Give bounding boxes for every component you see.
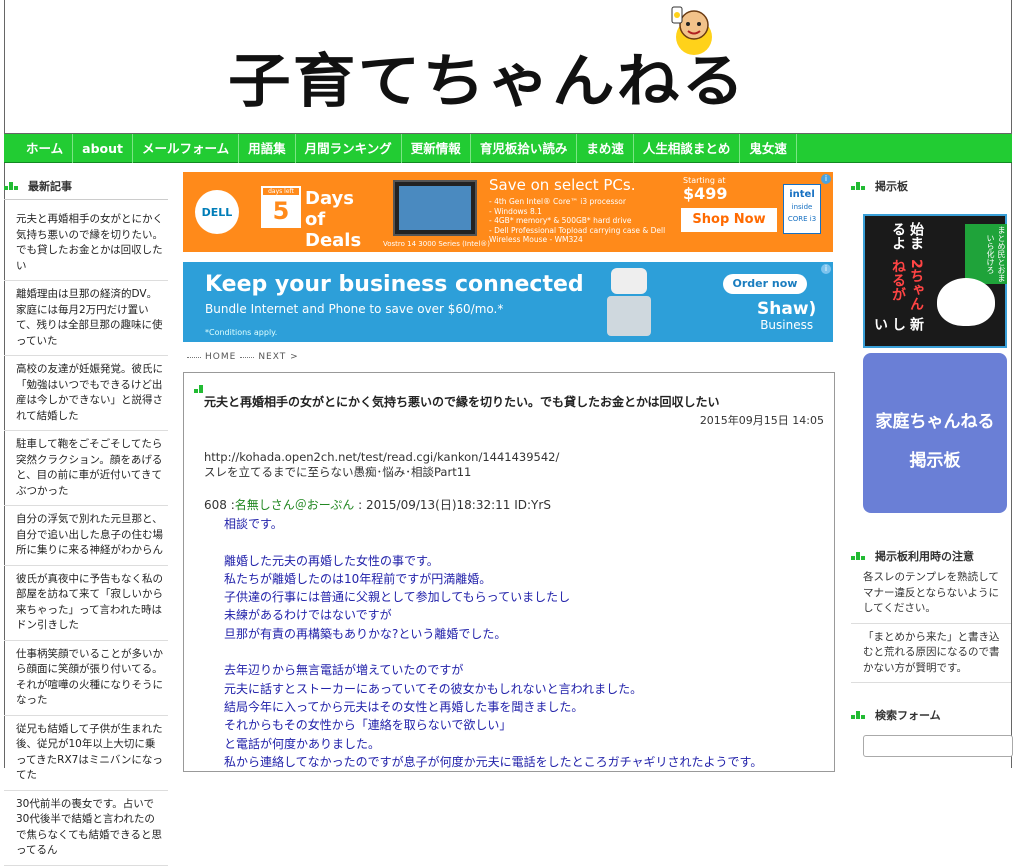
- dell-logo: DELL: [195, 190, 239, 234]
- pager-breadcrumb: HOME NEXT >: [183, 352, 835, 362]
- shaw-ad-banner[interactable]: i Keep your business connected Bundle In…: [183, 262, 833, 342]
- nav-mail-form[interactable]: メールフォーム: [133, 133, 240, 163]
- recent-article-link[interactable]: 彼氏が真夜中に予告もなく私の部屋を訪ねて来て「寂しいから来ちゃった」って言われた…: [4, 566, 168, 641]
- laptop-model: Vostro 14 3000 Series (Intel®): [383, 240, 491, 248]
- nav-life-advice[interactable]: 人生相談まとめ: [634, 133, 741, 163]
- banner-ribbon: まとめ民とおまいら化けろ: [965, 224, 1007, 284]
- nav-home[interactable]: ホーム: [16, 133, 74, 163]
- notice-item: 各スレのテンプレを熟読してマナー違反とならないようにしてください。: [851, 564, 1011, 624]
- search-input[interactable]: [863, 735, 1013, 757]
- home-link[interactable]: HOME: [205, 352, 236, 362]
- recent-article-link[interactable]: 元夫と再婚相手の女がとにかく気持ち悪いので縁を切りたい。でも貸したお金とかは回収…: [4, 206, 168, 281]
- ad-choices-icon[interactable]: i: [821, 264, 831, 274]
- recent-article-link[interactable]: 高校の友達が妊娠発覚。彼氏に「勉強はいつでもできるけど出産は今しかできない」と説…: [4, 356, 168, 431]
- price: $499: [683, 184, 728, 203]
- recent-articles-heading: 最新記事: [4, 178, 168, 200]
- article-date: 2015年09月15日 14:05: [699, 414, 824, 427]
- search-heading: 検索フォーム: [851, 707, 1011, 723]
- ad-specs: - 4th Gen Intel® Core™ i3 processor - Wi…: [489, 197, 666, 244]
- new-2ch-banner[interactable]: まとめ民とおまいら化けろ 新しい 2ちゃんねるが 始まるよ: [863, 214, 1007, 348]
- left-sidebar: 最新記事 元夫と再婚相手の女がとにかく気持ち悪いので縁を切りたい。でも貸したお金…: [4, 178, 168, 866]
- shop-now-button[interactable]: Shop Now: [681, 208, 777, 232]
- shaw-logo: Shaw) Business: [757, 299, 817, 332]
- banner-text: 新しい 2ちゃんねるが 始まるよ: [872, 222, 924, 332]
- board-heading: 掲示板: [851, 178, 1011, 194]
- recent-article-link[interactable]: 駐車して鞄をごそごそしてたら突然クラクション。顔をあげると、目の前に車が近付いて…: [4, 431, 168, 506]
- ad-choices-icon[interactable]: i: [821, 174, 831, 184]
- nav-about[interactable]: about: [73, 133, 133, 163]
- days-left-badge: days left 5: [261, 186, 301, 228]
- section-marker-icon: [194, 385, 212, 393]
- order-now-button[interactable]: Order now: [723, 274, 807, 294]
- source-url[interactable]: http://kohada.open2ch.net/test/read.cgi/…: [204, 450, 824, 465]
- recent-article-link[interactable]: 離婚理由は旦那の経済的DV。家庭には毎月2万円だけ置いて、残りは全部旦那の趣味に…: [4, 281, 168, 356]
- nav-glossary[interactable]: 用語集: [239, 133, 296, 163]
- recent-article-link[interactable]: 仕事柄笑顔でいることが多いから顔面に笑顔が張り付いてる。それが喧嘩の火種になりそ…: [4, 641, 168, 716]
- response-body: 相談です。 離婚した元夫の再婚した女性の事です。 私たちが離婚したのは10年程前…: [224, 517, 763, 769]
- ad-headline: Save on select PCs.: [489, 176, 636, 194]
- recent-article-link[interactable]: 自分の浮気で別れた元旦那と、自分で追い出した息子の住む場所に集りに来る神経がわか…: [4, 506, 168, 566]
- section-marker-icon: [4, 182, 22, 190]
- response-number: 608: [204, 498, 227, 512]
- global-nav: ホーム about メールフォーム 用語集 月間ランキング 更新情報 育児板拾い…: [4, 133, 1012, 163]
- ad-conditions: *Conditions apply.: [205, 328, 278, 337]
- source-info: http://kohada.open2ch.net/test/read.cgi/…: [204, 450, 824, 480]
- next-link[interactable]: NEXT >: [258, 352, 298, 362]
- days-of-deals-title: Days of Deals: [305, 188, 362, 251]
- right-sidebar: 掲示板 まとめ民とおまいら化けろ 新しい 2ちゃんねるが 始まるよ 家庭ちゃんね…: [851, 178, 1013, 757]
- intel-badge: intel inside CORE i3: [783, 184, 821, 234]
- notice-heading: 掲示板利用時の注意: [851, 548, 1011, 564]
- response-meta: : 2015/09/13(日)18:32:11 ID:YrS: [358, 498, 551, 512]
- nav-kijosoku[interactable]: 鬼女速: [740, 133, 797, 163]
- section-marker-icon: [851, 552, 869, 560]
- article-title[interactable]: 元夫と再婚相手の女がとにかく気持ち悪いので縁を切りたい。でも貸したお金とかは回収…: [204, 393, 824, 410]
- nav-updates[interactable]: 更新情報: [402, 133, 471, 163]
- response-header: 608 :名無しさん＠おーぷん : 2015/09/13(日)18:32:11 …: [204, 498, 551, 512]
- dell-ad-banner[interactable]: i DELL days left 5 Days of Deals Vostro …: [183, 172, 833, 252]
- section-marker-icon: [851, 711, 869, 719]
- robot-image: [599, 268, 659, 338]
- ad-subline: Bundle Internet and Phone to save over $…: [205, 302, 504, 316]
- ad-headline: Keep your business connected: [205, 272, 584, 297]
- katei-channel-board-banner[interactable]: 家庭ちゃんねる 掲示板: [863, 353, 1007, 513]
- board-notice-section: 掲示板利用時の注意 各スレのテンプレを熟読してマナー違反とならないようにしてくだ…: [851, 548, 1011, 683]
- mascot-icon: [671, 6, 712, 55]
- nav-board-picks[interactable]: 育児板拾い読み: [471, 133, 578, 163]
- recent-article-link[interactable]: 30代前半の喪女です。占いで30代後半で結婚と言われたので焦らなくても結婚できる…: [4, 791, 168, 866]
- article-post: 元夫と再婚相手の女がとにかく気持ち悪いので縁を切りたい。でも貸したお金とかは回収…: [183, 372, 835, 772]
- response-name: 名無しさん＠おーぷん: [234, 498, 355, 512]
- nav-mamesoku[interactable]: まめ速: [577, 133, 634, 163]
- nav-monthly-ranking[interactable]: 月間ランキング: [296, 133, 402, 163]
- laptop-image: [393, 180, 477, 236]
- source-thread-title: スレを立てるまでに至らない愚痴･悩み･相談Part11: [204, 465, 472, 479]
- cat-mascot-icon: [937, 278, 995, 326]
- section-marker-icon: [851, 182, 869, 190]
- main-content: i DELL days left 5 Days of Deals Vostro …: [183, 172, 835, 772]
- notice-item: 「まとめから来た」と書き込むと荒れる原因になるので書かない方が賢明です。: [851, 624, 1011, 683]
- site-header: 子育てちゃんねる: [4, 0, 1012, 134]
- recent-article-link[interactable]: 従兄も結婚して子供が生まれた後、従兄が10年以上大切に乗ってきたRX7はミニバン…: [4, 716, 168, 791]
- search-form-section: 検索フォーム: [851, 707, 1013, 757]
